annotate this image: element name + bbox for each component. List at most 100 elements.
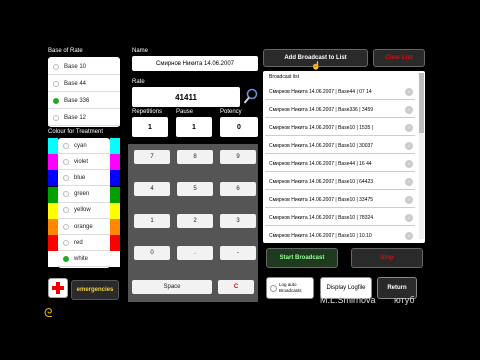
base-option[interactable]: Base 336 <box>48 93 120 109</box>
chevron-right-icon[interactable]: › <box>405 178 413 186</box>
colour-swatch-right <box>110 219 120 235</box>
colour-option-label: cyan <box>74 142 87 149</box>
list-item[interactable]: Смирнов Никита 14.06.2007 | Base10 | 153… <box>265 120 415 136</box>
colour-option[interactable]: yellow <box>58 203 110 219</box>
keypad-key[interactable]: . <box>177 246 213 260</box>
colour-option[interactable]: white <box>58 251 110 268</box>
base-of-rate-label: Base of Rate <box>48 48 83 54</box>
medical-cross-icon[interactable] <box>48 278 68 298</box>
chevron-right-icon[interactable]: › <box>405 124 413 132</box>
keypad-key[interactable]: - <box>220 246 256 260</box>
cursor-icon: ☝ <box>311 61 321 70</box>
radio-button[interactable] <box>53 114 59 121</box>
radio-button[interactable] <box>53 97 59 104</box>
list-item-label: Смирнов Никита 14.06.2007 | Base10 | 10.… <box>269 232 372 239</box>
broadcast-list-title: Broadcast list <box>269 74 300 80</box>
emergencies-button[interactable]: emergencies <box>71 280 119 300</box>
space-key[interactable]: Space <box>132 280 212 294</box>
clear-key[interactable]: C <box>218 280 254 294</box>
watermark: M.L.Smirnova <box>320 295 376 305</box>
potency-field[interactable]: 0 <box>220 117 258 137</box>
chevron-right-icon[interactable]: › <box>405 214 413 222</box>
scrollbar[interactable] <box>419 73 424 239</box>
stop-button[interactable]: Stop <box>351 248 423 268</box>
colour-option[interactable]: green <box>58 187 110 203</box>
colour-swatch-right <box>110 138 120 154</box>
base-of-rate-group: Base 10 Base 44 Base 336 Base 12 <box>48 57 120 127</box>
radio-button[interactable] <box>53 80 59 87</box>
colour-option-label: white <box>74 255 89 262</box>
repetitions-field[interactable]: 1 <box>132 117 168 137</box>
keypad-key[interactable]: 3 <box>220 214 256 228</box>
radio-button[interactable] <box>53 63 59 70</box>
list-item-label: Смирнов Никита 14.06.2007 | Base10 | 153… <box>269 124 373 131</box>
clear-list-button[interactable]: Clear List <box>373 49 425 67</box>
chevron-right-icon[interactable]: › <box>405 88 413 96</box>
keypad-key[interactable]: 0 <box>134 246 170 260</box>
repetitions-label: Repetitions <box>132 109 163 115</box>
colour-option[interactable]: blue <box>58 170 110 187</box>
base-option-label: Base 12 <box>64 114 87 121</box>
colour-swatch-left <box>48 202 58 219</box>
radio-button[interactable] <box>63 142 69 149</box>
list-item[interactable]: Смирнов Никита 14.06.2007 | Base10 | 300… <box>265 138 415 154</box>
list-item-label: Смирнов Никита 14.06.2007 | Base10 | 783… <box>269 214 374 221</box>
scroll-thumb[interactable] <box>419 73 424 133</box>
colour-option[interactable]: orange <box>58 219 110 235</box>
colour-option[interactable]: red <box>58 235 110 252</box>
chevron-right-icon[interactable]: › <box>405 160 413 168</box>
magnifier-icon[interactable] <box>243 88 259 106</box>
base-option[interactable]: Base 12 <box>48 110 120 126</box>
radio-button[interactable] <box>63 191 69 198</box>
base-option[interactable]: Base 44 <box>48 76 120 92</box>
radio-button[interactable] <box>63 239 69 246</box>
radio-button[interactable] <box>63 255 69 262</box>
keypad-key[interactable]: 6 <box>220 182 256 196</box>
keypad-key[interactable]: 1 <box>134 214 170 228</box>
list-item[interactable]: Смирнов Никита 14.06.2007 | Base44 | 07 … <box>265 84 415 100</box>
list-item[interactable]: Смирнов Никита 14.06.2007 | Base10 | 783… <box>265 210 415 226</box>
rate-field[interactable]: 41411 <box>132 87 240 107</box>
chevron-right-icon[interactable]: › <box>405 232 413 240</box>
keypad-key[interactable]: 2 <box>177 214 213 228</box>
log-auto-label: Log auto Broadcasts <box>279 282 302 293</box>
pause-field[interactable]: 1 <box>176 117 212 137</box>
list-item[interactable]: Смирнов Никита 14.06.2007 | Base10 | 10.… <box>265 228 415 243</box>
log-checkbox[interactable] <box>270 285 277 292</box>
rate-label: Rate <box>132 79 145 85</box>
colour-option-label: orange <box>74 223 93 230</box>
chevron-right-icon[interactable]: › <box>405 196 413 204</box>
list-item-label: Смирнов Никита 14.06.2007 | Base44 | 07 … <box>269 88 372 95</box>
keypad-key[interactable]: 7 <box>134 150 170 164</box>
keypad-key[interactable]: 8 <box>177 150 213 164</box>
broadcast-list[interactable]: Broadcast list Смирнов Никита 14.06.2007… <box>263 71 425 243</box>
list-item[interactable]: Смирнов Никита 14.06.2007 | Base10 | 334… <box>265 192 415 208</box>
colour-swatch-right <box>110 170 120 187</box>
radio-button[interactable] <box>63 158 69 165</box>
name-field[interactable]: Смирнов Никита 14.06.2007 <box>132 56 258 71</box>
colour-option[interactable]: cyan <box>58 138 110 154</box>
colour-swatch-left <box>48 235 58 252</box>
keypad-key[interactable]: 4 <box>134 182 170 196</box>
keypad-key[interactable]: 5 <box>177 182 213 196</box>
keypad-key[interactable]: 9 <box>220 150 256 164</box>
base-option[interactable]: Base 10 <box>48 59 120 75</box>
list-item-label: Смирнов Никита 14.06.2007 | Base44 | 16 … <box>269 160 372 167</box>
list-item[interactable]: Смирнов Никита 14.06.2007 | Base336 | 34… <box>265 102 415 118</box>
radio-button[interactable] <box>63 223 69 230</box>
list-item[interactable]: Смирнов Никита 14.06.2007 | Base44 | 16 … <box>265 156 415 172</box>
colour-option-label: green <box>74 191 90 198</box>
chevron-right-icon[interactable]: › <box>405 142 413 150</box>
start-broadcast-button[interactable]: Start Broadcast <box>266 248 338 268</box>
radio-button[interactable] <box>63 207 69 214</box>
colour-swatch-left <box>48 170 58 187</box>
radio-button[interactable] <box>63 174 69 181</box>
colour-option-label: red <box>74 239 83 246</box>
chevron-right-icon[interactable]: › <box>405 106 413 114</box>
colour-swatch-right <box>110 235 120 252</box>
colour-swatch-left <box>48 219 58 235</box>
log-auto-toggle[interactable]: Log auto Broadcasts <box>266 277 314 299</box>
list-item-label: Смирнов Никита 14.06.2007 | Base336 | 34… <box>269 106 374 113</box>
list-item[interactable]: Смирнов Никита 14.06.2007 | Base10 | 644… <box>265 174 415 190</box>
colour-option[interactable]: violet <box>58 154 110 171</box>
